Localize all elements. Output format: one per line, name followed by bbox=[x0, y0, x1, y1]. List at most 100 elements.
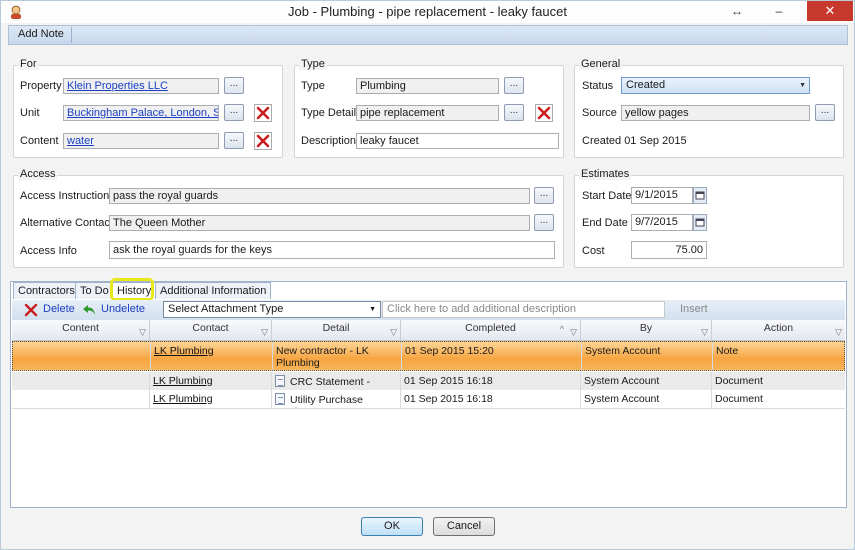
filter-icon[interactable]: ▽ bbox=[835, 324, 842, 340]
attachment-type-select[interactable]: Select Attachment Type ▼ bbox=[163, 301, 381, 318]
alternative-contact-field[interactable]: The Queen Mother bbox=[109, 215, 530, 231]
general-legend: General bbox=[579, 58, 623, 70]
history-tab-highlight bbox=[110, 278, 154, 301]
created-text: Created 01 Sep 2015 bbox=[582, 135, 687, 147]
delete-x-icon bbox=[256, 106, 270, 120]
grid-toolbar: Delete Undelete Select Attachment Type ▼… bbox=[12, 300, 845, 320]
grid-header: Content ▽ Contact ▽ Detail ▽ Completed ^ ▽ By… bbox=[12, 320, 845, 341]
property-label: Property bbox=[20, 80, 62, 92]
contact-cell[interactable]: LK Plumbing bbox=[150, 390, 272, 408]
column-header-action[interactable]: Action ▽ bbox=[712, 320, 845, 341]
filter-icon[interactable]: ▽ bbox=[390, 324, 397, 340]
alternative-contact-browse-button[interactable]: ... bbox=[534, 214, 554, 231]
table-row[interactable]: LK Plumbing CRC Statement - 01 Sep 2015 … bbox=[12, 372, 845, 390]
content-clear-button[interactable] bbox=[254, 132, 272, 150]
delete-icon bbox=[24, 303, 38, 317]
end-date-label: End Date bbox=[582, 217, 628, 229]
content-label: Content bbox=[20, 135, 59, 147]
undo-arrow-icon bbox=[83, 305, 95, 315]
unit-label: Unit bbox=[20, 107, 40, 119]
access-info-field[interactable]: ask the royal guards for the keys bbox=[109, 241, 555, 259]
detail-cell: CRC Statement - bbox=[272, 372, 401, 390]
chevron-down-icon: ▼ bbox=[369, 306, 376, 313]
type-detail-browse-button[interactable]: ... bbox=[504, 104, 524, 121]
resize-icon[interactable]: ↔ bbox=[723, 1, 751, 21]
completed-cell: 01 Sep 2015 16:18 bbox=[401, 390, 581, 408]
source-browse-button[interactable]: ... bbox=[815, 104, 835, 121]
document-icon bbox=[275, 393, 285, 405]
content-cell bbox=[12, 372, 150, 390]
column-header-completed[interactable]: Completed ^ ▽ bbox=[401, 320, 581, 341]
by-cell: System Account bbox=[582, 342, 713, 370]
source-field[interactable]: yellow pages bbox=[621, 105, 810, 121]
start-date-field[interactable]: 9/1/2015 bbox=[631, 187, 693, 204]
action-cell: Note bbox=[716, 345, 739, 357]
tab-contractors[interactable]: Contractors bbox=[13, 282, 80, 299]
sort-ascending-icon: ^ bbox=[559, 324, 564, 334]
minimize-button[interactable]: – bbox=[765, 1, 793, 21]
close-button[interactable]: ✕ bbox=[807, 1, 853, 21]
access-instructions-field[interactable]: pass the royal guards bbox=[109, 188, 530, 204]
add-note-button[interactable]: Add Note bbox=[11, 27, 72, 43]
filter-icon[interactable]: ▽ bbox=[701, 324, 708, 340]
filter-icon[interactable]: ▽ bbox=[570, 324, 577, 340]
table-row[interactable]: LK Plumbing New contractor - LK Plumbing… bbox=[12, 341, 845, 371]
unit-browse-button[interactable]: ... bbox=[224, 104, 244, 121]
content-cell bbox=[13, 342, 151, 370]
unit-clear-button[interactable] bbox=[254, 104, 272, 122]
column-header-contact[interactable]: Contact ▽ bbox=[150, 320, 272, 341]
tab-to-do[interactable]: To Do bbox=[75, 282, 114, 299]
access-instructions-browse-button[interactable]: ... bbox=[534, 187, 554, 204]
status-label: Status bbox=[582, 80, 614, 92]
content-field[interactable]: water bbox=[63, 133, 219, 149]
access-info-label: Access Info bbox=[20, 245, 77, 257]
ok-button[interactable]: OK bbox=[361, 517, 423, 536]
insert-button[interactable]: Insert bbox=[680, 303, 708, 315]
description-field[interactable]: leaky faucet bbox=[356, 133, 559, 149]
delete-button[interactable]: Delete bbox=[43, 303, 75, 315]
filter-icon[interactable]: ▽ bbox=[139, 324, 146, 340]
undelete-button[interactable]: Undelete bbox=[101, 303, 145, 315]
document-icon bbox=[275, 375, 285, 387]
column-header-detail[interactable]: Detail ▽ bbox=[272, 320, 401, 341]
additional-description-input[interactable]: Click here to add additional description bbox=[382, 301, 665, 318]
cost-label: Cost bbox=[582, 245, 605, 257]
table-row[interactable]: LK Plumbing Utility Purchase Invoice - 0… bbox=[12, 390, 845, 409]
calendar-icon bbox=[695, 191, 705, 200]
content-browse-button[interactable]: ... bbox=[224, 132, 244, 149]
property-field[interactable]: Klein Properties LLC bbox=[63, 78, 219, 94]
type-detail-clear-button[interactable] bbox=[535, 104, 553, 122]
end-date-field[interactable]: 9/7/2015 bbox=[631, 214, 693, 231]
filter-icon[interactable]: ▽ bbox=[261, 324, 268, 340]
contact-cell[interactable]: LK Plumbing bbox=[151, 342, 273, 370]
unit-field[interactable]: Buckingham Palace, London, SW1A bbox=[63, 105, 219, 121]
estimates-legend: Estimates bbox=[579, 168, 632, 180]
detail-cell: New contractor - LK Plumbing bbox=[273, 342, 402, 370]
property-browse-button[interactable]: ... bbox=[224, 77, 244, 94]
cancel-button[interactable]: Cancel bbox=[433, 517, 495, 536]
detail-cell: Utility Purchase Invoice - bbox=[272, 390, 401, 408]
main-toolbar: Add Note bbox=[8, 25, 848, 45]
for-legend: For bbox=[18, 58, 39, 70]
description-label: Description bbox=[301, 135, 357, 147]
source-label: Source bbox=[582, 107, 617, 119]
type-legend: Type bbox=[299, 58, 327, 70]
contact-cell[interactable]: LK Plumbing bbox=[150, 372, 272, 390]
type-detail-field[interactable]: pipe replacement bbox=[356, 105, 499, 121]
by-cell: System Account bbox=[581, 390, 712, 408]
type-browse-button[interactable]: ... bbox=[504, 77, 524, 94]
tab-additional-information[interactable]: Additional Information bbox=[155, 282, 272, 299]
access-legend: Access bbox=[18, 168, 58, 180]
cost-field[interactable]: 75.00 bbox=[631, 241, 707, 259]
status-select[interactable]: Created ▼ bbox=[621, 77, 810, 94]
delete-x-icon bbox=[537, 106, 551, 120]
column-header-by[interactable]: By ▽ bbox=[581, 320, 712, 341]
column-header-content[interactable]: Content ▽ bbox=[12, 320, 150, 341]
type-field[interactable]: Plumbing bbox=[356, 78, 499, 94]
end-date-calendar-button[interactable] bbox=[693, 214, 707, 231]
type-detail-label: Type Detail bbox=[301, 107, 357, 119]
start-date-calendar-button[interactable] bbox=[693, 187, 707, 204]
completed-cell: 01 Sep 2015 15:20 bbox=[402, 342, 582, 370]
content-cell bbox=[12, 390, 150, 408]
by-cell: System Account bbox=[581, 372, 712, 390]
